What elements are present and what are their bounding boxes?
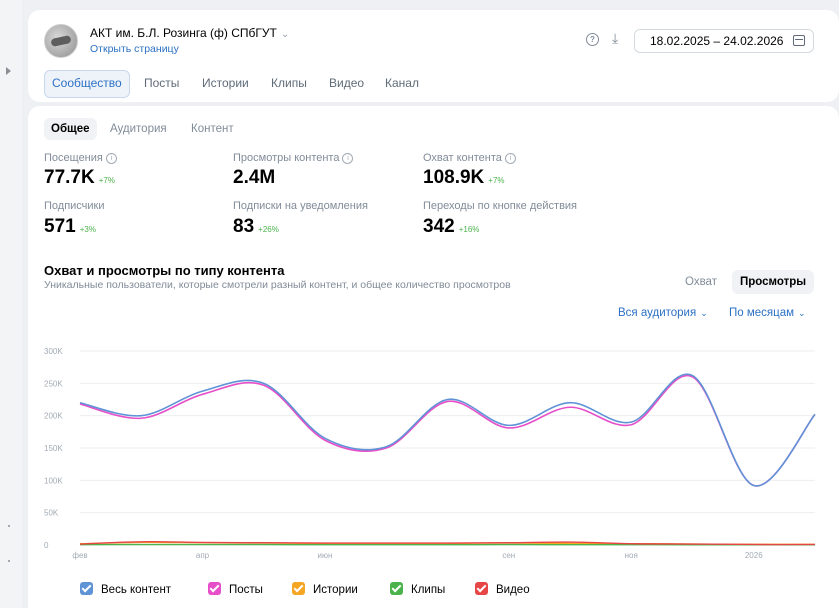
- metric-delta: +7%: [488, 176, 505, 185]
- metric-label-text: Посещения: [44, 152, 103, 164]
- y-tick-label: 50K: [44, 509, 59, 518]
- period-dropdown-label: По месяцам: [729, 307, 795, 319]
- metric-notifications-value: 83 +26%: [233, 216, 279, 238]
- metric-visits-value: 77.7K +7%: [44, 167, 115, 189]
- help-icon[interactable]: ?: [586, 33, 599, 46]
- open-page-link[interactable]: Открыть страницу: [90, 43, 179, 55]
- chart-subtitle: Уникальные пользователи, которые смотрел…: [44, 279, 511, 291]
- metric-action-clicks-value: 342 +16%: [423, 216, 479, 238]
- info-icon[interactable]: i: [105, 153, 117, 164]
- toggle-reach[interactable]: Охват: [685, 270, 717, 294]
- series-line-all-content[interactable]: [79, 373, 816, 487]
- legend-label: Истории: [313, 584, 358, 596]
- community-header: АКТ им. Б.Л. Розинга (ф) СПбГУТ ⌄ Открыть…: [28, 10, 839, 102]
- subtab-content[interactable]: Контент: [191, 118, 234, 140]
- statistics-panel: Общее Аудитория Контент Посещения i 77.7K…: [28, 106, 839, 608]
- subtab-audience[interactable]: Аудитория: [110, 118, 167, 140]
- checkbox-icon: [390, 582, 403, 595]
- legend-label: Клипы: [411, 584, 446, 596]
- community-name-selector[interactable]: АКТ им. Б.Л. Розинга (ф) СПбГУТ ⌄: [90, 26, 289, 40]
- checkbox-icon: [80, 582, 93, 595]
- chevron-down-icon: ⌄: [798, 308, 806, 318]
- community-name: АКТ им. Б.Л. Розинга (ф) СПбГУТ: [90, 26, 277, 40]
- download-icon[interactable]: ⤓: [612, 30, 618, 46]
- tab-posts[interactable]: Посты: [144, 70, 179, 96]
- y-tick-label: 250K: [44, 379, 63, 388]
- tab-video[interactable]: Видео: [329, 70, 364, 96]
- tab-clips[interactable]: Клипы: [271, 70, 307, 96]
- metric-delta: +3%: [79, 225, 96, 234]
- metric-subscribers-value: 571 +3%: [44, 216, 96, 238]
- metric-subscribers-label: Подписчики: [44, 200, 105, 212]
- chevron-down-icon: ⌄: [280, 29, 290, 40]
- toggle-views[interactable]: Просмотры: [732, 270, 815, 294]
- x-tick-label: фев: [72, 551, 87, 560]
- tab-stories[interactable]: Истории: [202, 70, 249, 96]
- audience-dropdown-label: Вся аудитория: [618, 307, 697, 319]
- metric-label-text: Охват контента: [423, 152, 502, 164]
- metric-delta: +26%: [258, 225, 279, 234]
- metric-reach-label: Охват контента i: [423, 152, 516, 164]
- legend-clips[interactable]: Клипы: [390, 582, 445, 596]
- metric-value-text: 108.9K: [423, 167, 485, 188]
- date-range-text: 18.02.2025 – 24.02.2026: [650, 34, 784, 48]
- x-tick-label: июн: [318, 551, 333, 560]
- metric-content-views-label: Просмотры контента i: [233, 152, 354, 164]
- x-tick-label: ноя: [625, 551, 638, 560]
- metric-label-text: Просмотры контента: [233, 152, 340, 164]
- info-icon[interactable]: i: [342, 153, 354, 164]
- edge-dot: [8, 560, 10, 562]
- calendar-icon: [793, 35, 805, 46]
- checkbox-icon: [208, 582, 221, 595]
- legend-video[interactable]: Видео: [475, 582, 530, 596]
- legend-label: Посты: [229, 584, 263, 596]
- chart-title: Охват и просмотры по типу контента: [44, 263, 285, 278]
- tab-community[interactable]: Сообщество: [44, 70, 130, 98]
- series-line-posts[interactable]: [79, 374, 816, 487]
- metric-notifications-label: Подписки на уведомления: [233, 200, 368, 212]
- page-left-edge: [0, 0, 22, 608]
- y-tick-label: 200K: [44, 412, 63, 421]
- checkbox-icon: [292, 582, 305, 595]
- content-views-line-chart[interactable]: 0 50K 100K 150K 200K 250K 300K фев апр июн сен ноя 2…: [28, 331, 839, 571]
- metric-value-text: 83: [233, 216, 255, 237]
- y-tick-label: 0: [44, 541, 49, 550]
- y-tick-label: 100K: [44, 476, 63, 485]
- checkbox-icon: [475, 582, 488, 595]
- x-tick-label: сен: [502, 551, 515, 560]
- y-tick-label: 150K: [44, 444, 63, 453]
- legend-label: Видео: [496, 584, 530, 596]
- period-dropdown[interactable]: По месяцам ⌄: [729, 307, 806, 319]
- edge-dot: [8, 525, 10, 527]
- legend-label: Весь контент: [101, 584, 172, 596]
- metric-action-clicks-label: Переходы по кнопке действия: [423, 200, 578, 212]
- audience-dropdown[interactable]: Вся аудитория ⌄: [618, 307, 708, 319]
- metric-value-text: 571: [44, 216, 76, 237]
- community-avatar[interactable]: [44, 24, 78, 58]
- date-range-picker[interactable]: 18.02.2025 – 24.02.2026: [634, 29, 814, 53]
- y-tick-label: 300K: [44, 347, 63, 356]
- metric-delta: +7%: [98, 176, 115, 185]
- tab-channel[interactable]: Канал: [385, 70, 419, 96]
- metric-value-text: 342: [423, 216, 455, 237]
- legend-posts[interactable]: Посты: [208, 582, 263, 596]
- metric-visits-label: Посещения i: [44, 152, 117, 164]
- chevron-down-icon: ⌄: [700, 308, 708, 318]
- subtab-general[interactable]: Общее: [44, 118, 97, 140]
- metric-value-text: 77.7K: [44, 167, 95, 188]
- x-tick-label: апр: [196, 551, 210, 560]
- metric-content-views-value: 2.4M: [233, 167, 275, 189]
- metric-delta: +16%: [458, 225, 480, 234]
- legend-stories[interactable]: Истории: [292, 582, 358, 596]
- x-tick-label: 2026: [745, 551, 763, 560]
- legend-all-content[interactable]: Весь контент: [80, 582, 171, 596]
- metric-value-text: 2.4M: [233, 167, 276, 188]
- metric-reach-value: 108.9K +7%: [423, 167, 505, 189]
- info-icon[interactable]: i: [504, 153, 516, 164]
- collapse-arrow-icon[interactable]: [6, 67, 11, 75]
